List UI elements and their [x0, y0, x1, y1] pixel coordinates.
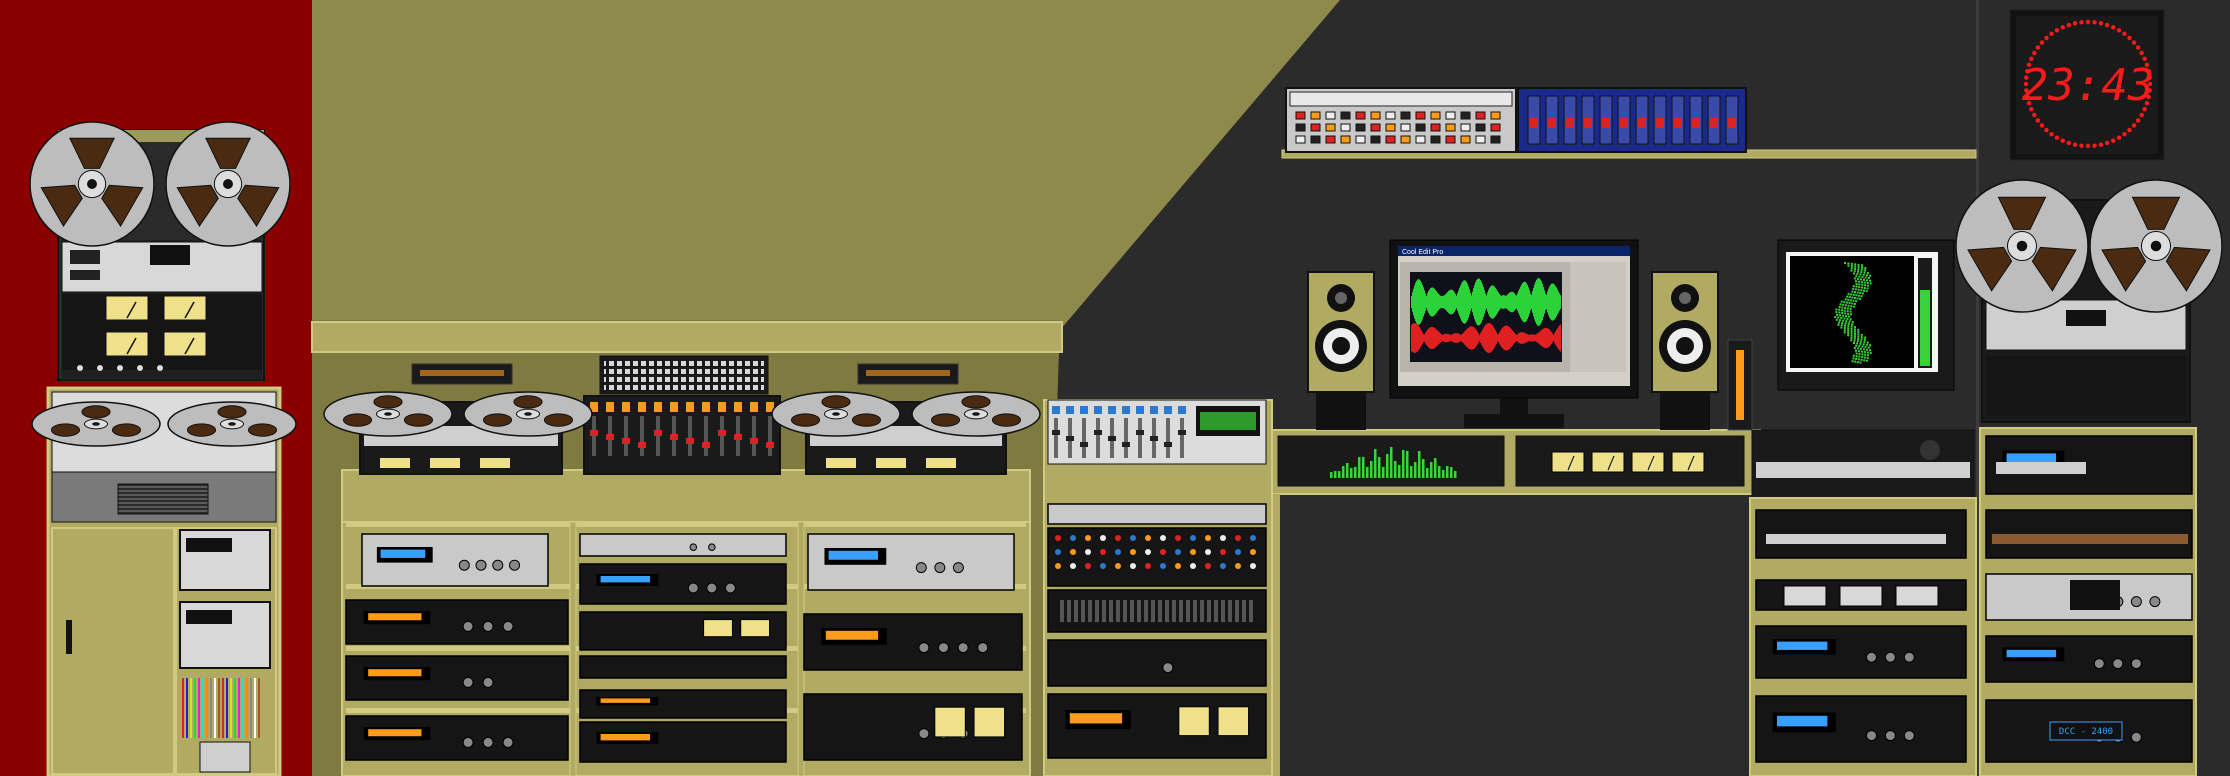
wall-clock: 23:43	[2009, 9, 2165, 161]
reel-tall-right	[165, 121, 291, 247]
reel-olive-3	[771, 391, 901, 437]
speaker-right	[1651, 271, 1719, 430]
reel-olive-2	[463, 391, 593, 437]
graphic-equalizer-blue	[1517, 87, 1747, 153]
olive-mixer-center	[583, 395, 781, 475]
reel-far-right	[2089, 179, 2223, 313]
olive-deck-shelf	[341, 469, 1031, 523]
small-meter-left	[411, 363, 513, 385]
olive-wall-ledge	[311, 321, 1063, 353]
speaker-left	[1307, 271, 1375, 430]
olive-cabinet-divider-1	[569, 521, 577, 776]
patch-controller	[1285, 87, 1517, 153]
small-meter-right	[857, 363, 959, 385]
reel-cab-right	[167, 401, 297, 447]
reel-olive-4	[911, 391, 1041, 437]
reel-cab-left	[31, 401, 161, 447]
vertical-meter	[1727, 339, 1753, 431]
center-rack	[1043, 399, 1273, 776]
screen-window-title: Cool Edit Pro	[1402, 249, 1443, 256]
studio-scene: 23:43 Cool Edit Pro DCC - 2400	[0, 0, 2230, 776]
far-right-rack	[1979, 427, 2197, 776]
patchbay	[599, 355, 769, 395]
turntable-rack	[1749, 429, 1977, 776]
dcc-label: DCC - 2400	[2059, 727, 2113, 737]
reel-tall-left	[29, 121, 155, 247]
reel-olive-1	[323, 391, 453, 437]
olive-cabinet-divider-2	[797, 521, 805, 776]
oscilloscope	[1777, 239, 1955, 391]
clock-time: 23:43	[2022, 60, 2154, 111]
reel-far-left	[1955, 179, 2089, 313]
